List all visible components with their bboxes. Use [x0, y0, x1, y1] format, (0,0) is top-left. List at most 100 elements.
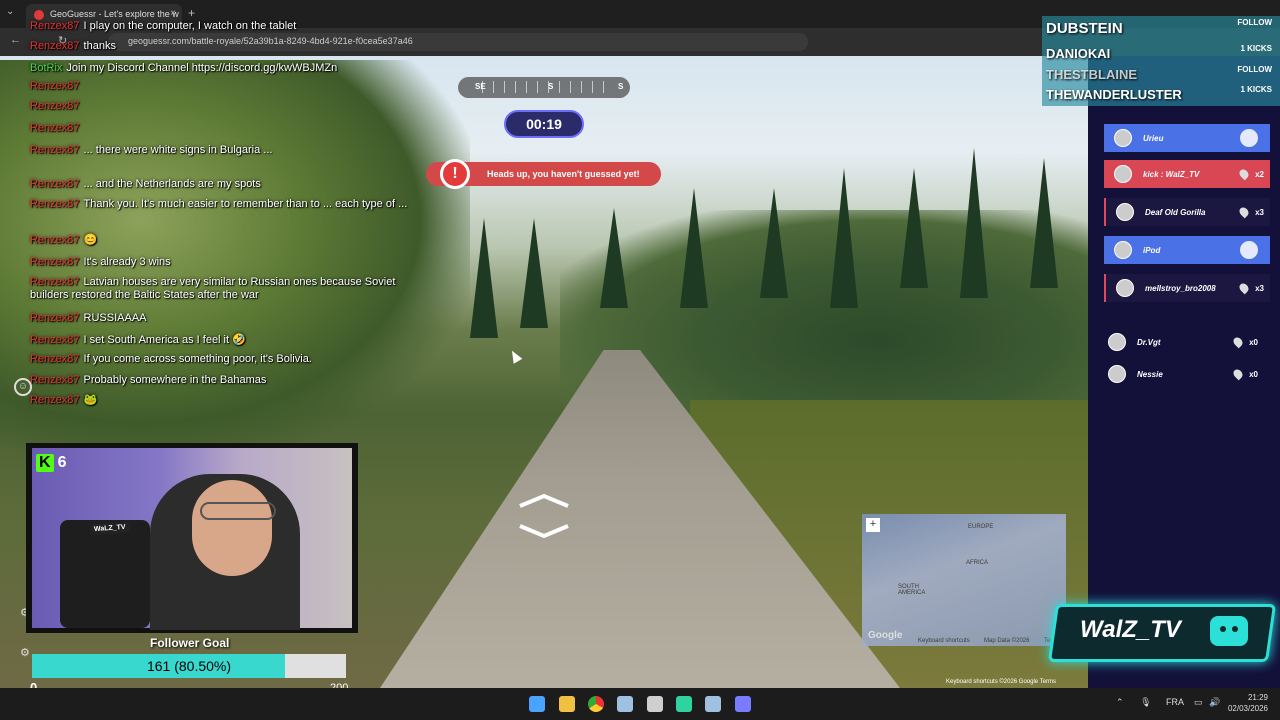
- pin-ring-icon: [1240, 241, 1258, 259]
- screen: ⌄ GeoGuessr - Let's explore the w × + ← …: [0, 0, 1280, 720]
- player-avatar: [1108, 333, 1126, 351]
- chat-text: 😊: [83, 234, 98, 246]
- chrome-icon[interactable]: [588, 696, 604, 712]
- chat-text: thanks: [83, 40, 116, 52]
- steam-icon[interactable]: [705, 696, 721, 712]
- chat-message: Renzex87: [30, 122, 410, 135]
- chat-username: Renzex87: [30, 122, 80, 134]
- map-footer-shortcuts[interactable]: Keyboard shortcuts: [918, 638, 970, 644]
- chat-username: Renzex87: [30, 178, 80, 190]
- guess-pin-icon: [1231, 367, 1245, 381]
- player-name: Dr.Vgt: [1137, 338, 1161, 347]
- chat-message: Renzex87 thanks: [30, 40, 410, 53]
- compass: SE S S: [458, 77, 630, 98]
- player-name: kick : WalZ_TV: [1143, 170, 1200, 179]
- guess-pin-icon: [1237, 205, 1251, 219]
- network-icon[interactable]: ▭: [1194, 697, 1203, 707]
- player-guess-count: x3: [1255, 208, 1264, 217]
- chat-username: Renzex87: [30, 353, 80, 365]
- player-entry: Nessie x0: [1098, 360, 1264, 388]
- move-back-icon[interactable]: [519, 524, 569, 539]
- tab-search-icon[interactable]: ⌄: [6, 6, 14, 17]
- guess-pin-icon: [1231, 335, 1245, 349]
- chat-text: ... and the Netherlands are my spots: [83, 178, 261, 190]
- chat-username: Renzex87: [30, 20, 80, 32]
- steam-icon[interactable]: [617, 696, 633, 712]
- player-name: Nessie: [1137, 370, 1163, 379]
- chat-username: BotRix: [30, 62, 63, 74]
- player-avatar: [1116, 203, 1134, 221]
- chat-username: Renzex87: [30, 198, 80, 210]
- chat-username: Renzex87: [30, 312, 80, 324]
- system-tray: ⌃ 🎙 FRA ▭ 🔊: [1116, 697, 1220, 708]
- event-username: THEWANDERLUSTER: [1046, 87, 1182, 102]
- chat-message: BotRix Join my Discord Channel https://di…: [30, 62, 410, 75]
- chat-username: Renzex87: [30, 234, 80, 246]
- clock-time: 21:29: [1247, 693, 1268, 702]
- chat-text: Probably somewhere in the Bahamas: [83, 374, 267, 386]
- chat-username: Renzex87: [30, 334, 80, 346]
- player-avatar: [1116, 279, 1134, 297]
- language-indicator[interactable]: FRA: [1166, 697, 1184, 707]
- event-username: THESTBLAINE: [1046, 67, 1137, 82]
- chat-text: 🐸: [83, 394, 98, 406]
- google-logo: Google: [868, 630, 903, 641]
- emoji-icon[interactable]: ☺: [14, 378, 32, 396]
- file-explorer-icon[interactable]: [559, 696, 575, 712]
- move-forward-icon[interactable]: [519, 493, 569, 508]
- player-entry: Deaf Old Gorilla x3: [1104, 198, 1270, 226]
- player-entry: mellstroy_bro2008 x3: [1104, 274, 1270, 302]
- player-avatar: [1114, 129, 1132, 147]
- round-timer: 00:19: [504, 110, 584, 138]
- player-guess-count: x0: [1249, 370, 1258, 379]
- chat-text: ... there were white signs in Bulgaria .…: [83, 144, 273, 156]
- player-avatar: [1114, 241, 1132, 259]
- stream-chat: Renzex87 I play on the computer, I watch …: [30, 18, 430, 438]
- zoom-in-button[interactable]: +: [866, 518, 880, 532]
- chat-text: I play on the computer, I watch on the t…: [83, 20, 297, 32]
- guess-minimap[interactable]: EUROPE AFRICA SOUTH AMERICA Keyboard sho…: [862, 514, 1066, 646]
- brand-name: WalZ_TV: [1080, 616, 1181, 643]
- windows-taskbar: [0, 688, 1280, 720]
- volume-icon[interactable]: 🔊: [1209, 697, 1220, 707]
- event-action: 1 KICKS: [1240, 85, 1272, 94]
- chat-text: RUSSIAAAA: [83, 312, 147, 324]
- tray-chevron-icon[interactable]: ⌃: [1116, 697, 1124, 707]
- chat-message: Renzex87 It's already 3 wins: [30, 256, 410, 269]
- taskbar-clock[interactable]: 21:29 02/03/2026: [1224, 692, 1268, 714]
- windows-start-icon[interactable]: [529, 696, 545, 712]
- microphone-icon[interactable]: 🎙: [1140, 697, 1151, 707]
- chat-username: Renzex87: [30, 40, 80, 52]
- streetview-credits: Keyboard shortcuts ©2026 Google Terms: [946, 679, 1057, 685]
- glasses: [200, 502, 276, 520]
- move-arrows[interactable]: [516, 492, 572, 540]
- back-icon[interactable]: ←: [10, 34, 21, 46]
- chat-username: Renzex87: [30, 80, 80, 92]
- chat-username: Renzex87: [30, 144, 80, 156]
- player-guess-count: x2: [1255, 170, 1264, 179]
- chat-message: Renzex87 Latvian houses are very similar …: [30, 276, 410, 302]
- chat-username: Renzex87: [30, 100, 80, 112]
- chat-username: Renzex87: [30, 394, 80, 406]
- clock-date: 02/03/2026: [1227, 704, 1268, 713]
- player-avatar: [1114, 165, 1132, 183]
- chat-username: Renzex87: [30, 276, 80, 288]
- settings-icon[interactable]: [647, 696, 663, 712]
- map-label-africa: AFRICA: [966, 560, 989, 566]
- player-guess-count: x0: [1249, 338, 1258, 347]
- kick-logo-icon: K: [36, 454, 54, 472]
- player-avatar: [1108, 365, 1126, 383]
- gaming-chair: [60, 520, 150, 628]
- event-action: 1 KICKS: [1240, 44, 1272, 53]
- kick-count: 6: [57, 454, 67, 471]
- event-action: FOLLOW: [1237, 65, 1272, 74]
- chat-message: Renzex87: [30, 100, 410, 113]
- compass-center-label: S: [548, 82, 554, 91]
- chat-message: Renzex87 I set South America as I feel it…: [30, 334, 410, 347]
- chat-message: Renzex87... there were white signs in Bu…: [30, 144, 410, 157]
- discord-icon[interactable]: [735, 696, 751, 712]
- app-icon[interactable]: [676, 696, 692, 712]
- chat-username: Renzex87: [30, 256, 80, 268]
- gear-icon[interactable]: ⚙: [20, 646, 30, 659]
- player-name: Urieu: [1143, 134, 1164, 143]
